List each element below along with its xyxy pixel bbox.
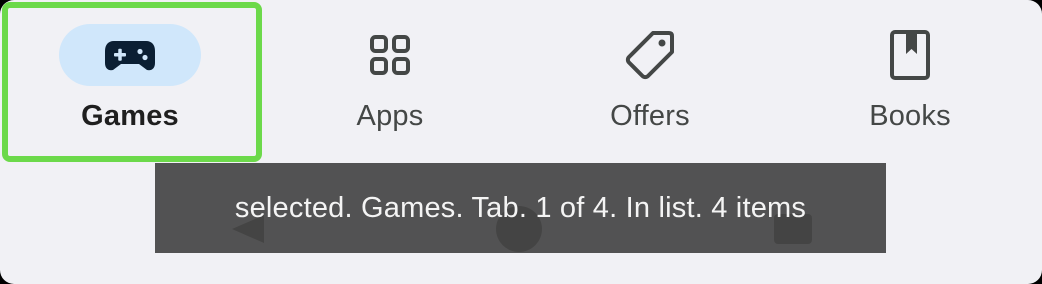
tab-label-games: Games [81,100,179,132]
tab-label-apps: Apps [356,100,424,132]
tab-books[interactable]: Books [780,0,1040,160]
apps-grid-icon [370,35,410,75]
tab-label-books: Books [869,100,951,132]
tab-apps[interactable]: Apps [260,0,520,160]
tag-icon [625,31,674,80]
toast-text: selected. Games. Tab. 1 of 4. In list. 4… [234,191,807,224]
tab-icon-container [319,24,461,86]
tab-offers[interactable]: Offers [520,0,780,160]
bottom-tab-bar: Games Apps Offers Books [0,0,1042,162]
tab-icon-container [579,24,721,86]
tab-icon-container [839,24,981,86]
selected-indicator-pill [59,24,201,86]
tab-label-offers: Offers [610,100,690,132]
tab-games[interactable]: Games [0,0,260,160]
book-icon [890,30,930,80]
gamepad-icon [105,41,155,71]
talkback-announcement-toast: selected. Games. Tab. 1 of 4. In list. 4… [155,163,886,253]
screen: Games Apps Offers Books selected. Games.… [0,0,1042,284]
